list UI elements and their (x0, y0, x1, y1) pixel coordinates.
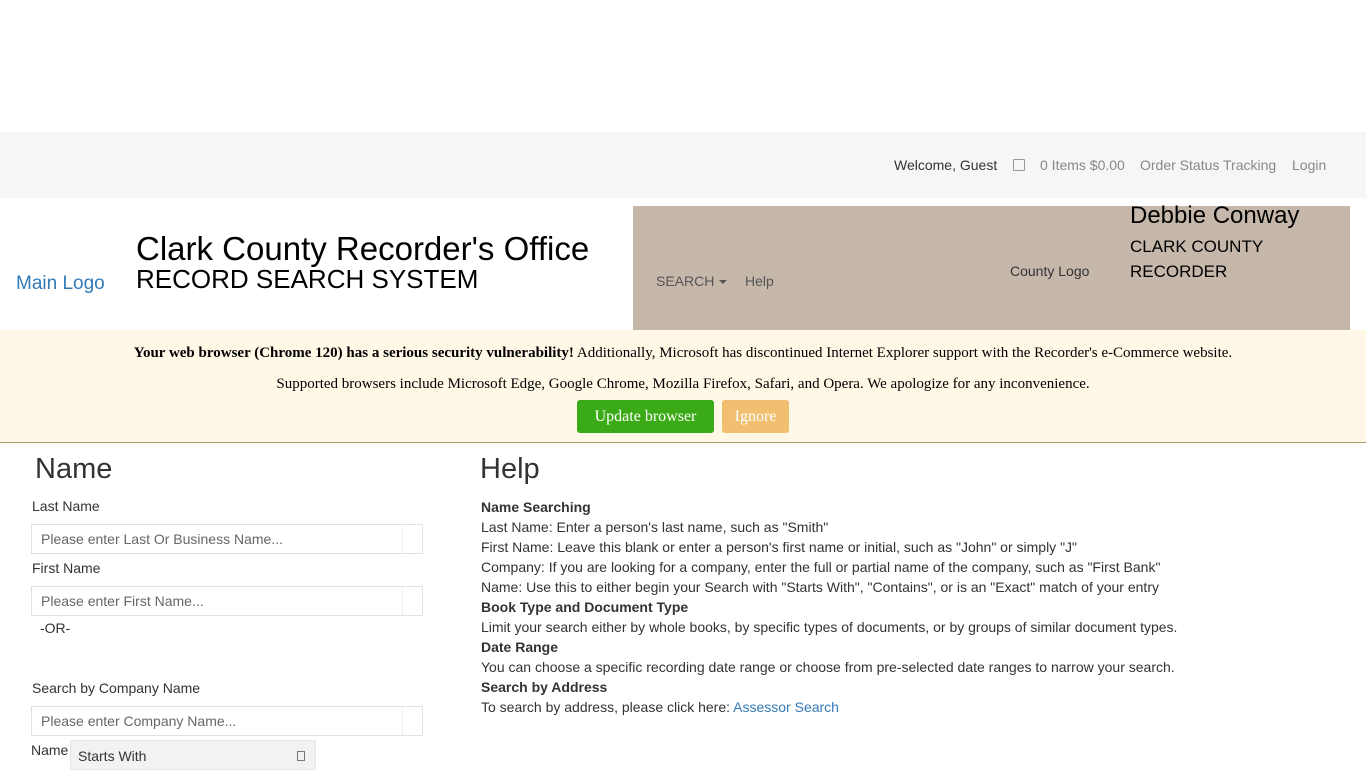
company-label: Search by Company Name (32, 680, 201, 696)
help-name-line: Last Name: Enter a person's last name, s… (481, 519, 829, 535)
help-name-line: Name: Use this to either begin your Sear… (481, 579, 1159, 595)
input-addon (402, 707, 422, 735)
recorder-title: CLARK COUNTY RECORDER (1130, 237, 1263, 281)
cart-icon[interactable] (1013, 159, 1025, 171)
company-input[interactable] (31, 706, 423, 736)
input-addon (402, 587, 422, 615)
nav-search-dropdown[interactable]: SEARCH (656, 273, 728, 289)
site-subtitle: RECORD SEARCH SYSTEM (136, 264, 479, 294)
input-addon (402, 525, 422, 553)
ignore-button[interactable]: Ignore (722, 400, 789, 433)
county-logo: County Logo (1010, 263, 1090, 279)
site-title: Clark County Recorder's Office (136, 230, 590, 267)
dropdown-icon (297, 751, 305, 761)
login-link[interactable]: Login (1292, 157, 1326, 173)
nav-help-link[interactable]: Help (745, 273, 774, 289)
cart-link[interactable]: 0 Items $0.00 (1040, 157, 1125, 173)
main-logo-alt: Main Logo (16, 273, 105, 294)
assessor-search-link[interactable]: Assessor Search (733, 699, 839, 715)
nav-panel: SEARCH Help County Logo Debbie Conway CL… (633, 202, 1350, 330)
help-book-type-text: Limit your search either by whole books,… (481, 619, 1178, 635)
main-logo[interactable]: Main Logo (16, 273, 105, 295)
help-date-range-title: Date Range (481, 639, 559, 655)
first-name-label: First Name (32, 560, 101, 576)
name-heading: Name (35, 453, 113, 485)
help-address-title: Search by Address (481, 679, 608, 695)
welcome-text: Welcome, Guest (894, 157, 998, 173)
match-type-select[interactable]: Starts With (70, 740, 316, 770)
last-name-input[interactable] (31, 524, 423, 554)
update-browser-button[interactable]: Update browser (577, 400, 714, 433)
match-label: Name (31, 742, 69, 758)
first-name-input[interactable] (31, 586, 423, 616)
last-name-label: Last Name (32, 498, 100, 514)
site-header: Main Logo Clark County Recorder's Office… (0, 202, 1366, 330)
recorder-name: Debbie Conway (1130, 202, 1300, 229)
help-heading: Help (480, 453, 540, 485)
caret-down-icon (719, 280, 728, 285)
browser-alert: Your web browser (Chrome 120) has a seri… (0, 330, 1366, 443)
alert-bold-text: Your web browser (Chrome 120) has a seri… (133, 345, 574, 361)
alert-text-1: Additionally, Microsoft has discontinued… (573, 345, 1233, 361)
alert-line-2: Supported browsers include Microsoft Edg… (276, 376, 1090, 392)
help-address-line: To search by address, please click here:… (481, 697, 1341, 717)
top-utility-bar: Welcome, Guest 0 Items $0.00 Order Statu… (0, 132, 1366, 198)
help-name-line: First Name: Leave this blank or enter a … (481, 539, 1078, 555)
help-date-range-text: You can choose a specific recording date… (481, 659, 1175, 675)
order-status-link[interactable]: Order Status Tracking (1140, 157, 1276, 173)
help-content: Name Searching Last Name: Enter a person… (481, 497, 1341, 717)
help-book-type-title: Book Type and Document Type (481, 599, 689, 615)
or-separator: -OR- (40, 620, 71, 636)
nav-search-label: SEARCH (656, 273, 715, 289)
help-name-searching-title: Name Searching (481, 499, 591, 515)
alert-line-1: Your web browser (Chrome 120) has a seri… (0, 345, 1366, 362)
match-type-value: Starts With (78, 748, 147, 764)
help-address-text: To search by address, please click here: (481, 699, 734, 715)
help-name-line: Company: If you are looking for a compan… (481, 559, 1161, 575)
